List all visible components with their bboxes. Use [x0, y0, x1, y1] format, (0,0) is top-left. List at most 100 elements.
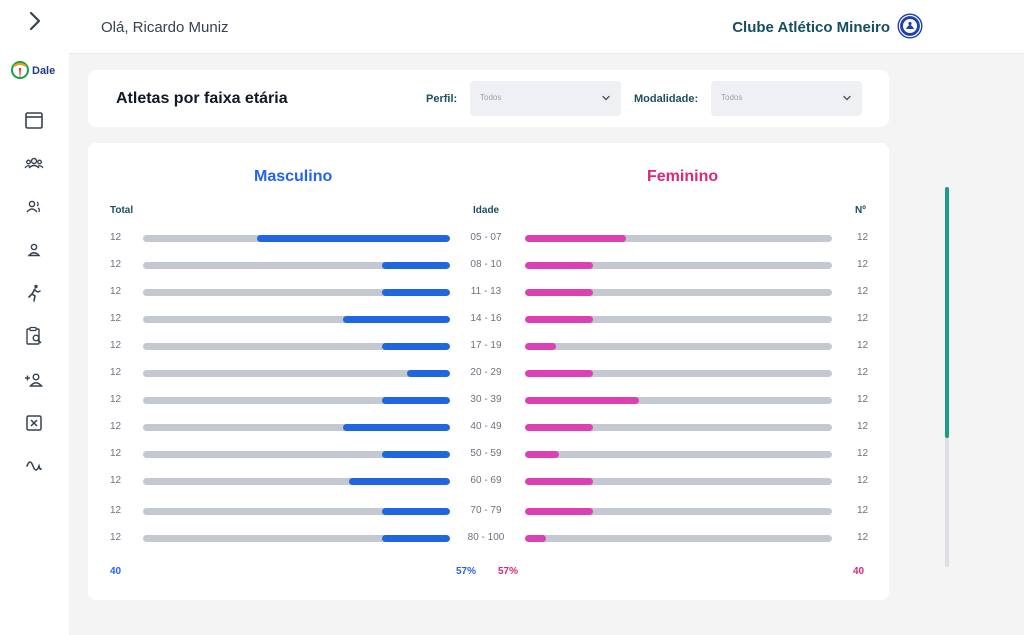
age-range-label: 70 - 79 [470, 505, 502, 516]
feminino-bar [525, 343, 556, 350]
masculino-bar-track [143, 535, 450, 542]
filter-card: Atletas por faixa etária Perfil: Todos M… [88, 70, 889, 127]
perfil-select-value: Todos [480, 93, 502, 102]
logo-text: Dale [32, 65, 56, 77]
masculino-total-label: 12 [110, 340, 122, 351]
feminino-bar [525, 478, 593, 485]
chart-row: 12 80 - 100 12 [88, 529, 889, 549]
app-logo[interactable]: Dale [10, 60, 60, 82]
chart-row: 12 60 - 69 12 [88, 472, 889, 492]
group-icon[interactable] [24, 153, 44, 173]
feminino-bar-track [525, 424, 832, 431]
feminino-bar [525, 451, 559, 458]
running-icon[interactable] [24, 283, 44, 303]
masculino-bar [343, 316, 450, 323]
masculino-bar [382, 535, 450, 542]
age-range-label: 50 - 59 [470, 448, 502, 459]
feminino-bar [525, 370, 593, 377]
feminino-bar [525, 235, 626, 242]
chevron-down-icon [843, 95, 851, 101]
chart-row: 12 08 - 10 12 [88, 256, 889, 276]
age-range-label: 14 - 16 [470, 313, 502, 324]
feminino-count-label: 12 [857, 448, 869, 459]
chevron-right-icon[interactable] [24, 10, 46, 32]
masculino-bar-track [143, 370, 450, 377]
chart-row: 12 50 - 59 12 [88, 445, 889, 465]
feminino-count-label: 12 [857, 394, 869, 405]
masculino-bar [382, 397, 450, 404]
feminino-bar [525, 289, 593, 296]
feminino-bar-track [525, 478, 832, 485]
total-header: Total [110, 205, 134, 216]
feminino-bar [525, 262, 593, 269]
feminino-title: Feminino [647, 168, 719, 185]
chevron-down-icon [602, 95, 610, 101]
feminino-count-label: 12 [857, 421, 869, 432]
add-user-icon[interactable] [24, 370, 44, 390]
chart-row: 12 14 - 16 12 [88, 310, 889, 330]
scrollbar-thumb[interactable] [945, 187, 949, 438]
feminino-bar-track [525, 535, 832, 542]
close-square-icon[interactable] [24, 413, 44, 433]
feminino-bar [525, 397, 639, 404]
masculino-bar-track [143, 343, 450, 350]
masculino-title: Masculino [254, 168, 333, 185]
feminino-count-label: 12 [857, 367, 869, 378]
club-badge-icon[interactable] [896, 12, 924, 40]
age-group-chart: Masculino Feminino Total Idade Nº 12 05 -… [88, 143, 889, 600]
calendar-icon[interactable] [24, 110, 44, 130]
users-icon[interactable] [24, 197, 44, 217]
masculino-total-label: 12 [110, 394, 122, 405]
masculino-bar-track [143, 424, 450, 431]
modalidade-select[interactable]: Todos [711, 81, 862, 116]
feminino-count-label: 12 [857, 532, 869, 543]
chart-row: 12 20 - 29 12 [88, 364, 889, 384]
masculino-bar-track [143, 235, 450, 242]
feminino-footer-total: 40 [853, 566, 865, 577]
clipboard-search-icon[interactable] [24, 326, 44, 346]
feminino-bar [525, 535, 546, 542]
masculino-bar [382, 451, 450, 458]
masculino-bar-track [143, 397, 450, 404]
page-scrollbar[interactable] [945, 187, 949, 567]
masculino-total-label: 12 [110, 313, 122, 324]
club-name: Clube Atlético Mineiro [732, 19, 890, 36]
feminino-count-label: 12 [857, 232, 869, 243]
age-range-label: 08 - 10 [470, 259, 502, 270]
masculino-bar-track [143, 508, 450, 515]
masculino-bar-track [143, 316, 450, 323]
user-icon[interactable] [24, 240, 44, 260]
masculino-bar [343, 424, 450, 431]
masculino-bar-track [143, 451, 450, 458]
chart-row: 12 40 - 49 12 [88, 418, 889, 438]
masculino-total-label: 12 [110, 259, 122, 270]
masculino-bar-track [143, 478, 450, 485]
chart-row: 12 70 - 79 12 [88, 502, 889, 522]
masculino-bar [349, 478, 450, 485]
masculino-bar-track [143, 262, 450, 269]
perfil-label: Perfil: [426, 93, 458, 105]
count-header: Nº [855, 205, 866, 216]
feminino-count-label: 12 [857, 313, 869, 324]
feminino-bar-track [525, 343, 832, 350]
masculino-bar [407, 370, 450, 377]
masculino-bar [382, 262, 450, 269]
masculino-bar-track [143, 289, 450, 296]
wave-icon[interactable] [24, 456, 44, 476]
age-range-label: 17 - 19 [470, 340, 502, 351]
age-range-label: 11 - 13 [470, 286, 502, 297]
page-title: Atletas por faixa etária [116, 90, 288, 107]
masculino-bar [382, 343, 450, 350]
feminino-bar-track [525, 508, 832, 515]
masculino-total-label: 12 [110, 448, 122, 459]
feminino-count-label: 12 [857, 505, 869, 516]
age-range-label: 40 - 49 [470, 421, 502, 432]
masculino-total-label: 12 [110, 286, 122, 297]
masculino-total-label: 12 [110, 505, 122, 516]
feminino-bar-track [525, 235, 832, 242]
feminino-count-label: 12 [857, 259, 869, 270]
age-range-label: 20 - 29 [470, 367, 502, 378]
modalidade-select-value: Todos [721, 93, 743, 102]
chart-row: 12 30 - 39 12 [88, 391, 889, 411]
perfil-select[interactable]: Todos [470, 81, 621, 116]
